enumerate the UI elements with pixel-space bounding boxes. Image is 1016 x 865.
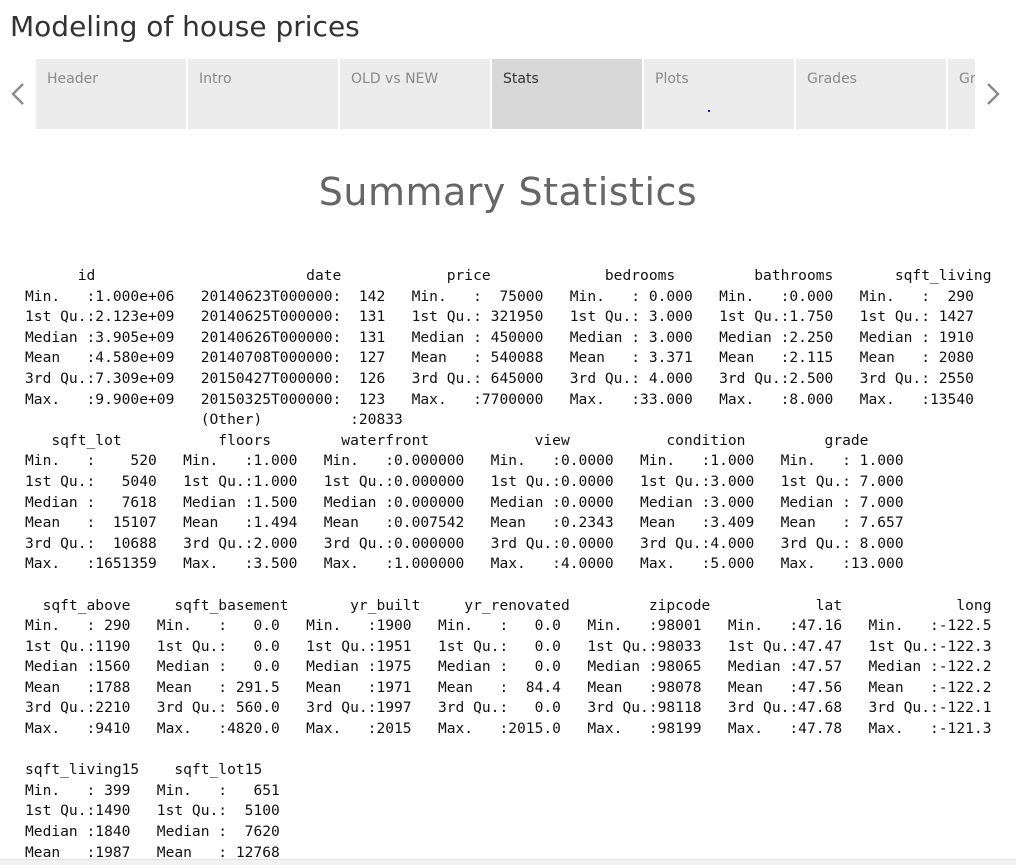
summary-line: Max. :1651359 Max. :3.500 Max. :1.000000… (25, 555, 904, 573)
summary-line: Max. :9410 Max. :4820.0 Max. :2015 Max. … (25, 720, 992, 738)
summary-line: Min. :1.000e+06 20140623T000000: 142 Min… (25, 287, 974, 305)
summary-line: 1st Qu.: 5040 1st Qu.:1.000 1st Qu.:0.00… (25, 472, 904, 490)
summary-line: 3rd Qu.: 10688 3rd Qu.:2.000 3rd Qu.:0.0… (25, 534, 904, 552)
tab-old-vs-new[interactable]: OLD vs NEW (340, 59, 490, 129)
summary-line: Median :3.905e+09 20140626T000000: 131 M… (25, 328, 974, 346)
summary-line: Mean :1788 Mean : 291.5 Mean :1971 Mean … (25, 678, 992, 696)
tab-plots-label: Plots (655, 71, 689, 87)
tab-plots-marker (708, 110, 710, 112)
summary-line: sqft_living15 sqft_lot15 (25, 761, 263, 779)
summary-line: id date price bedrooms bathrooms sqft_li… (25, 267, 992, 284)
summary-line: Min. : 399 Min. : 651 (25, 781, 280, 799)
page-title: Modeling of house prices (10, 10, 360, 43)
summary-line: Median :1840 Median : 7620 (25, 823, 280, 841)
summary-line: Min. : 290 Min. : 0.0 Min. :1900 Min. : … (25, 617, 992, 635)
summary-line: Median : 7618 Median :1.500 Median :0.00… (25, 493, 904, 511)
summary-output: id date price bedrooms bathrooms sqft_li… (25, 266, 991, 863)
tab-bar: Header Intro OLD vs NEW Stats Plots Grad… (0, 59, 1016, 129)
summary-line: Max. :9.900e+09 20150325T000000: 123 Max… (25, 390, 974, 408)
tab-grades-label: Grades (807, 71, 857, 87)
summary-line: 1st Qu.:1490 1st Qu.: 5100 (25, 802, 280, 820)
tab-plots[interactable]: Plots (644, 59, 794, 129)
tab-intro[interactable]: Intro (188, 59, 338, 129)
summary-line: sqft_above sqft_basement yr_built yr_ren… (25, 596, 992, 614)
chevron-right-icon (987, 83, 1000, 105)
tab-header-label: Header (47, 71, 98, 87)
summary-line: Mean :4.580e+09 20140708T000000: 127 Mea… (25, 349, 974, 367)
summary-line: 3rd Qu.:2210 3rd Qu.: 560.0 3rd Qu.:1997… (25, 699, 992, 717)
tab-grades[interactable]: Grades (796, 59, 946, 129)
tab-intro-label: Intro (199, 71, 232, 87)
tab-old-vs-new-label: OLD vs NEW (351, 71, 439, 87)
summary-line: Min. : 520 Min. :1.000 Min. :0.000000 Mi… (25, 452, 904, 470)
scroll-tabs-left-button[interactable] (0, 59, 36, 129)
summary-line: 1st Qu.:1190 1st Qu.: 0.0 1st Qu.:1951 1… (25, 637, 992, 655)
summary-line: (Other) :20833 (25, 411, 403, 429)
tab-gr[interactable]: Gr (948, 59, 975, 129)
bottom-edge (0, 859, 1016, 865)
summary-line: sqft_lot floors waterfront view conditio… (25, 431, 869, 449)
tab-header[interactable]: Header (36, 59, 186, 129)
tab-stats[interactable]: Stats (492, 59, 642, 129)
summary-line: Mean : 15107 Mean :1.494 Mean :0.007542 … (25, 514, 904, 532)
chevron-left-icon (11, 83, 24, 105)
scroll-tabs-right-button[interactable] (975, 59, 1016, 129)
tab-stats-label: Stats (503, 71, 539, 87)
section-heading: Summary Statistics (318, 170, 698, 214)
summary-line: 3rd Qu.:7.309e+09 20150427T000000: 126 3… (25, 369, 974, 387)
summary-line: 1st Qu.:2.123e+09 20140625T000000: 131 1… (25, 308, 974, 326)
tabs-viewport: Header Intro OLD vs NEW Stats Plots Grad… (36, 59, 975, 129)
tab-gr-label: Gr (959, 71, 975, 87)
summary-line: Median :1560 Median : 0.0 Median :1975 M… (25, 658, 992, 676)
